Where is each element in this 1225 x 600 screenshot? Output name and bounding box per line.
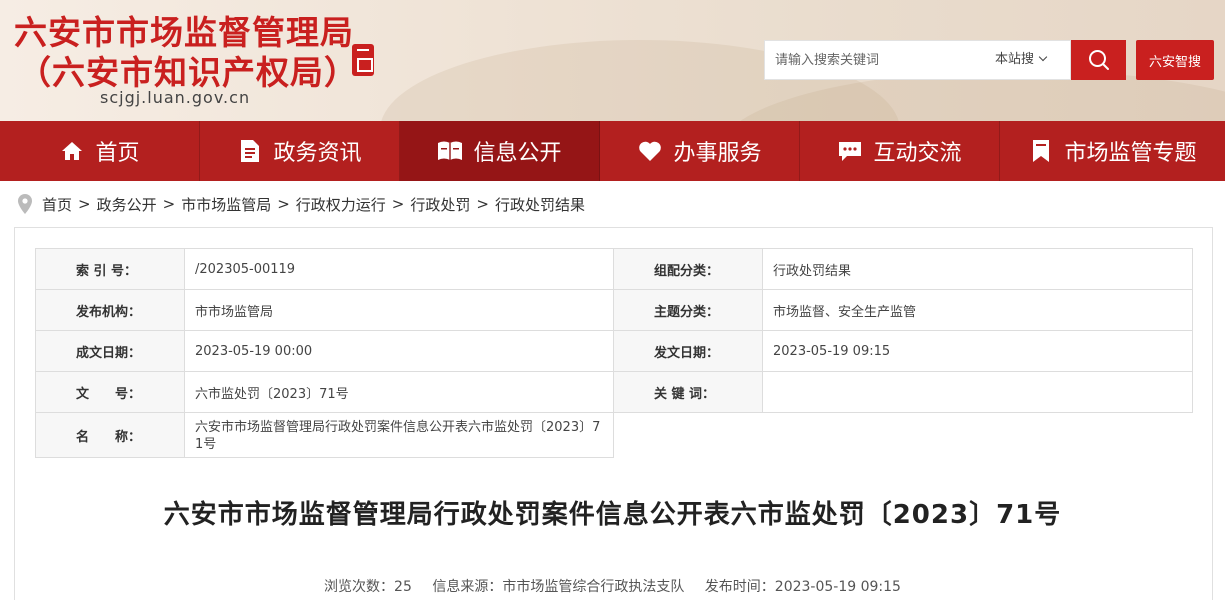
article-meta: 浏览次数：25 信息来源：市市场监管综合行政执法支队 发布时间：2023-05-… (0, 576, 1225, 596)
document-icon (237, 138, 263, 164)
meta-value-category: 行政处罚结果 (762, 248, 1193, 290)
nav-item-news[interactable]: 政务资讯 (200, 121, 400, 181)
site-header: 六安市市场监督管理局 （六安市知识产权局） scjgj.luan.gov.cn … (0, 0, 1225, 121)
chevron-down-icon (1038, 52, 1048, 62)
nav-item-topics[interactable]: 市场监管专题 (1000, 121, 1225, 181)
breadcrumb-separator: > (78, 195, 91, 213)
table-row: 成文日期： 2023-05-19 00:00 发文日期： 2023-05-19 … (35, 330, 1193, 372)
meta-label-publisher: 发布机构： (35, 289, 185, 331)
meta-label-topic: 主题分类： (613, 289, 763, 331)
meta-value-name: 六安市市场监督管理局行政处罚案件信息公开表六市监处罚〔2023〕71号 (184, 412, 614, 458)
home-icon (59, 138, 85, 164)
main-nav: 首页 政务资讯 信息公开 办事服务 互动交流 市场监管专题 (0, 121, 1225, 181)
nav-item-label: 信息公开 (473, 141, 562, 166)
breadcrumb-item-power-operation[interactable]: 行政权力运行 (296, 194, 386, 215)
breadcrumb-item-bureau[interactable]: 市市场监管局 (181, 194, 271, 215)
search-scope-label: 本站搜 (995, 52, 1035, 67)
meta-value-published: 2023-05-19 09:15 (762, 330, 1193, 372)
meta-empty-cell (613, 412, 1193, 458)
meta-value-publisher: 市市场监管局 (184, 289, 614, 331)
nav-item-info-disclosure[interactable]: 信息公开 (400, 121, 600, 181)
meta-label-created: 成文日期： (35, 330, 185, 372)
nav-item-home[interactable]: 首页 (0, 121, 200, 181)
breadcrumb-item-gov-affairs[interactable]: 政务公开 (97, 194, 157, 215)
meta-value-keywords (762, 371, 1193, 413)
meta-value-topic: 市场监督、安全生产监管 (762, 289, 1193, 331)
search-button[interactable] (1071, 40, 1126, 80)
seal-logo-icon (352, 44, 374, 76)
meta-label-name: 名 称： (35, 412, 185, 458)
chat-icon (837, 138, 863, 164)
breadcrumb-item-penalty-result[interactable]: 行政处罚结果 (495, 194, 585, 215)
breadcrumb-item-home[interactable]: 首页 (42, 194, 72, 215)
nav-item-label: 办事服务 (673, 141, 762, 166)
nav-item-label: 互动交流 (873, 141, 962, 166)
meta-label-docno: 文 号： (35, 371, 185, 413)
table-row: 索 引 号： /202305-00119 组配分类： 行政处罚结果 (35, 248, 1193, 290)
breadcrumb-separator: > (391, 195, 405, 213)
meta-label-index: 索 引 号： (35, 248, 185, 290)
table-row: 文 号： 六市监处罚〔2023〕71号 关 键 词： (35, 371, 1193, 413)
meta-value-docno: 六市监处罚〔2023〕71号 (184, 371, 614, 413)
article-title: 六安市市场监督管理局行政处罚案件信息公开表六市监处罚〔2023〕71号 (163, 500, 1062, 530)
meta-value-created: 2023-05-19 00:00 (184, 330, 614, 372)
search-icon (1088, 50, 1109, 70)
breadcrumb-separator: > (162, 195, 176, 213)
heart-icon (637, 138, 663, 164)
search-box: 本站搜 (764, 40, 1071, 80)
nav-item-services[interactable]: 办事服务 (600, 121, 800, 181)
breadcrumb-separator: > (277, 195, 290, 213)
table-row: 名 称： 六安市市场监督管理局行政处罚案件信息公开表六市监处罚〔2023〕71号 (35, 412, 1193, 458)
publish-time: 发布时间：2023-05-19 09:15 (704, 579, 901, 595)
info-source: 信息来源：市市场监管综合行政执法支队 (432, 579, 685, 595)
nav-item-label: 首页 (95, 141, 140, 166)
nav-item-label: 市场监管专题 (1064, 141, 1197, 166)
meta-label-published: 发文日期： (613, 330, 763, 372)
meta-value-index: /202305-00119 (184, 248, 614, 290)
meta-label-keywords: 关 键 词： (613, 371, 763, 413)
site-subtitle[interactable]: （六安市知识产权局） (18, 46, 358, 94)
nav-item-label: 政务资讯 (273, 141, 362, 166)
site-domain: scjgj.luan.gov.cn (100, 88, 251, 107)
bookmark-icon (1028, 138, 1054, 164)
breadcrumb-item-penalty[interactable]: 行政处罚 (410, 194, 470, 215)
nav-item-interaction[interactable]: 互动交流 (800, 121, 1000, 181)
open-book-icon (437, 138, 463, 164)
view-count: 浏览次数：25 (324, 579, 412, 595)
smart-search-button[interactable]: 六安智搜 (1136, 40, 1214, 80)
search-input[interactable] (765, 41, 990, 79)
breadcrumb-separator: > (476, 195, 489, 213)
meta-label-category: 组配分类： (613, 248, 763, 290)
breadcrumb: 首页 > 政务公开 > 市市场监管局 > 行政权力运行 > 行政处罚 > 行政处… (18, 192, 585, 216)
document-meta-table: 索 引 号： /202305-00119 组配分类： 行政处罚结果 发布机构： … (35, 248, 1193, 458)
location-pin-icon (18, 194, 32, 214)
search-scope-select[interactable]: 本站搜 (995, 41, 1048, 79)
table-row: 发布机构： 市市场监管局 主题分类： 市场监督、安全生产监管 (35, 289, 1193, 331)
